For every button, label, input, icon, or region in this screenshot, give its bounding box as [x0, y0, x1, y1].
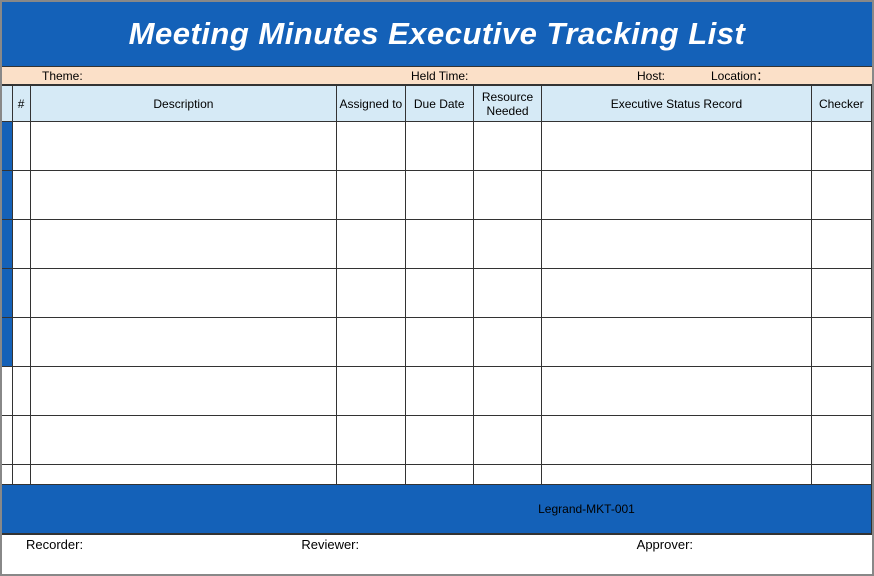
col-hash: #	[12, 86, 30, 122]
page-title: Meeting Minutes Executive Tracking List	[2, 2, 872, 67]
table-row	[2, 465, 872, 485]
table-row	[2, 318, 872, 367]
table-row	[2, 171, 872, 220]
tracking-table-wrap: # Description Assigned to Due Date Resou…	[2, 85, 872, 534]
reviewer-label: Reviewer:	[261, 537, 536, 552]
tracking-table: # Description Assigned to Due Date Resou…	[2, 85, 872, 534]
header-blue-sliver	[2, 86, 12, 122]
recorder-label: Recorder:	[2, 537, 261, 552]
header-row: # Description Assigned to Due Date Resou…	[2, 86, 872, 122]
col-checker: Checker	[811, 86, 871, 122]
table-row	[2, 269, 872, 318]
signature-row: Recorder: Reviewer: Approver:	[2, 534, 872, 554]
host-label: Host:	[587, 69, 707, 83]
doc-id-row: Legrand-MKT-001	[2, 485, 872, 534]
meta-row: Theme: Held Time: Host: Location：	[2, 67, 872, 85]
held-time-label: Held Time:	[407, 69, 587, 83]
meeting-minutes-sheet: Meeting Minutes Executive Tracking List …	[0, 0, 874, 576]
theme-label: Theme:	[2, 69, 407, 83]
table-row	[2, 220, 872, 269]
doc-id: Legrand-MKT-001	[2, 485, 872, 534]
col-assigned: Assigned to	[337, 86, 405, 122]
location-label: Location：	[707, 67, 872, 84]
col-description: Description	[30, 86, 337, 122]
col-status: Executive Status Record	[542, 86, 811, 122]
table-row	[2, 416, 872, 465]
table-row	[2, 367, 872, 416]
col-resource: Resource Needed	[473, 86, 541, 122]
approver-label: Approver:	[537, 537, 872, 552]
table-row	[2, 122, 872, 171]
col-due: Due Date	[405, 86, 473, 122]
